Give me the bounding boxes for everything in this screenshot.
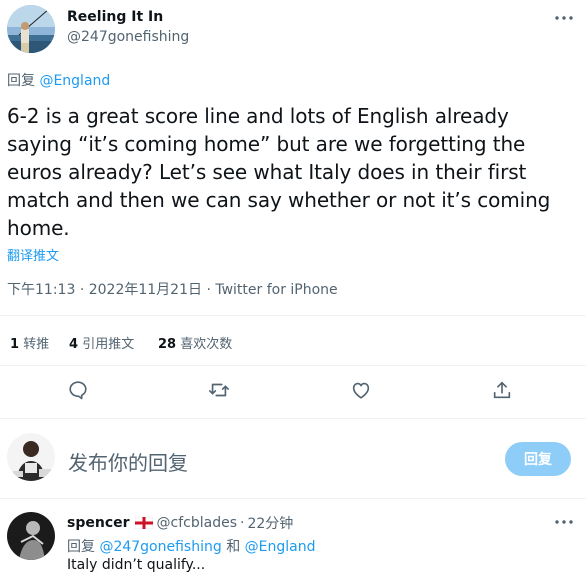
meta-separator: · [79,282,85,298]
reply-to-link[interactable]: @England [245,539,316,555]
divider [0,315,586,316]
reply-to-link[interactable]: @247gonefishing [99,539,221,555]
divider [0,498,586,499]
reply-author-handle[interactable]: @cfcblades [157,515,237,531]
author-avatar[interactable] [7,5,55,53]
reply-to-link[interactable]: @England [39,73,110,89]
reply-context: 回复 @247gonefishing 和 @England [67,536,316,556]
reply-composer-input[interactable]: 发布你的回复 [68,447,488,476]
divider [0,418,586,419]
author-name[interactable]: Reeling It In [67,9,163,25]
reply-author-avatar[interactable] [7,512,55,560]
reply-time[interactable]: 22分钟 [247,513,293,533]
quotes-stat[interactable]: 4 引用推文 [69,333,134,352]
tweet-text: 6-2 is a great score line and lots of En… [7,104,551,240]
likes-stat[interactable]: 28 喜欢次数 [158,333,232,352]
reply-submit-button[interactable]: 回复 [505,442,571,476]
reply-separator: · [240,515,245,531]
tweet-source[interactable]: Twitter for iPhone [215,282,337,298]
like-icon[interactable] [344,373,378,407]
author-handle[interactable]: @247gonefishing [67,29,189,45]
likes-count: 28 [158,337,177,352]
reply-context: 回复 @England [7,70,110,90]
quotes-count: 4 [69,337,79,352]
likes-label: 喜欢次数 [180,337,233,352]
tweet-time[interactable]: 下午11:13 [7,282,75,298]
tweet-meta: 下午11:13 · 2022年11月21日 · Twitter for iPho… [7,279,338,299]
tweet-date[interactable]: 2022年11月21日 [89,282,202,298]
reply-header: spencer @cfcblades · 22分钟 [67,513,293,533]
user-avatar[interactable] [7,433,55,481]
retweet-icon[interactable] [202,373,236,407]
retweets-count: 1 [10,337,20,352]
reply-text: Italy didn’t qualify... [67,557,206,573]
reply-author-name[interactable]: spencer [67,515,130,531]
translate-link[interactable]: 翻译推文 [7,245,59,264]
quotes-label: 引用推文 [82,337,135,352]
meta-separator: · [206,282,211,298]
more-options-icon[interactable] [552,8,576,28]
england-flag-icon [134,516,153,530]
retweets-stat[interactable]: 1 转推 [10,333,49,352]
more-options-icon[interactable] [552,512,576,532]
reply-conjunction: 和 [226,539,241,555]
retweets-label: 转推 [23,337,50,352]
reply-prefix: 回复 [7,73,35,89]
share-icon[interactable] [485,373,519,407]
divider [0,365,586,366]
reply-icon[interactable] [61,373,95,407]
reply-prefix: 回复 [67,539,95,555]
